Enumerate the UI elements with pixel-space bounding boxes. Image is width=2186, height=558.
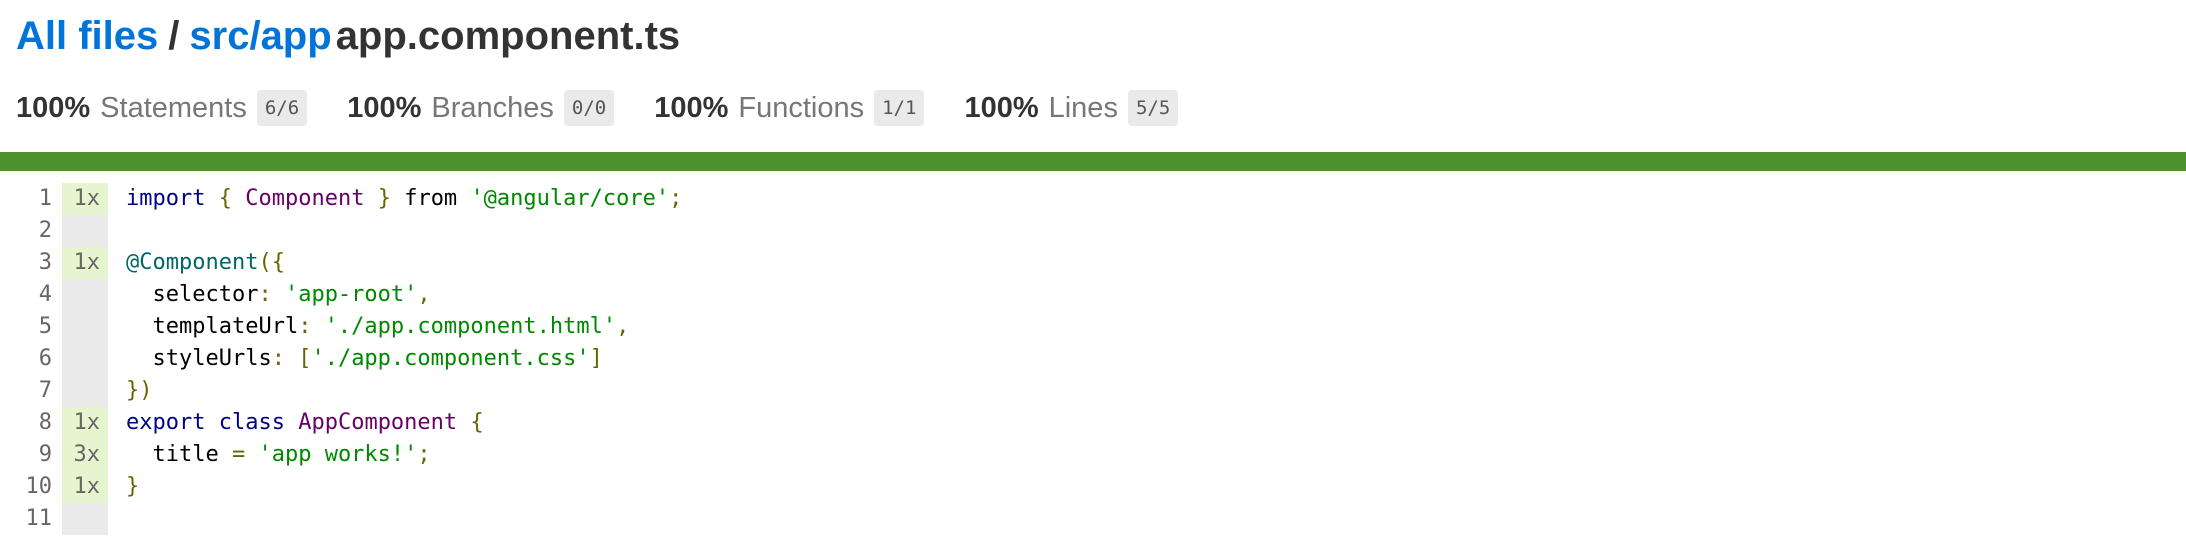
code-token: : bbox=[298, 314, 325, 339]
code-token: { bbox=[470, 410, 484, 435]
line-number: 11 bbox=[25, 506, 53, 531]
stat-percent: 100% bbox=[347, 91, 422, 124]
stat-functions: 100% Functions 1/1 bbox=[654, 90, 925, 126]
code-token: @Component bbox=[126, 250, 259, 275]
code-line: title = 'app works!'; bbox=[126, 439, 682, 471]
code-token: 'app works!' bbox=[258, 442, 418, 467]
stat-label: Statements bbox=[100, 91, 247, 124]
code-line: }) bbox=[126, 375, 682, 407]
code-token: title bbox=[126, 442, 232, 467]
code-line: export class AppComponent { bbox=[126, 407, 682, 439]
code-token: class bbox=[218, 410, 285, 435]
hit-count bbox=[62, 503, 108, 535]
line-number: 10 bbox=[25, 474, 53, 499]
breadcrumb-current-file: app.component.ts bbox=[335, 14, 681, 58]
stat-percent: 100% bbox=[654, 91, 729, 124]
code-token: ({ bbox=[258, 250, 285, 275]
hit-count bbox=[62, 215, 108, 247]
hit-count: 1x bbox=[62, 247, 108, 279]
code-token: : bbox=[258, 282, 285, 307]
code-token: } bbox=[126, 474, 140, 499]
code-token: from bbox=[390, 186, 471, 211]
breadcrumb: All files / src/app app.component.ts bbox=[16, 12, 2186, 60]
breadcrumb-separator: / bbox=[168, 14, 180, 58]
code-line: @Component({ bbox=[126, 247, 682, 279]
code-token: , bbox=[417, 282, 431, 307]
line-number: 2 bbox=[38, 218, 52, 243]
code-token: } bbox=[377, 186, 391, 211]
hit-count: 1x bbox=[62, 407, 108, 439]
line-number: 8 bbox=[38, 410, 52, 435]
source-code-view: 1 2 3 4 5 6 7 8 9 10 11 1x 1x 1x 3x 1x import { Compon… bbox=[0, 171, 2186, 535]
stat-label: Functions bbox=[738, 91, 865, 124]
code-listing: import { Component } from '@angular/core… bbox=[108, 183, 682, 535]
line-number: 3 bbox=[38, 250, 52, 275]
code-line: } bbox=[126, 471, 682, 503]
hit-count bbox=[62, 375, 108, 407]
hit-count: 3x bbox=[62, 439, 108, 471]
code-token: Component bbox=[245, 186, 365, 211]
line-number: 7 bbox=[38, 378, 52, 403]
hit-count bbox=[62, 279, 108, 311]
code-token: ] bbox=[589, 346, 603, 371]
line-number-gutter: 1 2 3 4 5 6 7 8 9 10 11 bbox=[0, 183, 62, 535]
stat-label: Branches bbox=[431, 91, 554, 124]
hit-count: 1x bbox=[62, 471, 108, 503]
stat-statements: 100% Statements 6/6 bbox=[16, 90, 308, 126]
code-token: ; bbox=[417, 442, 431, 467]
stat-branches: 100% Branches 0/0 bbox=[347, 90, 615, 126]
code-token: './app.component.css' bbox=[311, 346, 590, 371]
code-token: 'app-root' bbox=[284, 282, 418, 307]
code-token: AppComponent bbox=[298, 410, 458, 435]
code-line: styleUrls: ['./app.component.css'] bbox=[126, 343, 682, 375]
line-number: 4 bbox=[38, 282, 52, 307]
line-number: 9 bbox=[38, 442, 52, 467]
code-line: import { Component } from '@angular/core… bbox=[126, 183, 682, 215]
stat-fraction-badge: 0/0 bbox=[563, 90, 615, 126]
breadcrumb-link-src-app[interactable]: src/app bbox=[189, 14, 331, 58]
stat-fraction-badge: 6/6 bbox=[256, 90, 308, 126]
stat-fraction-badge: 1/1 bbox=[874, 90, 925, 126]
code-line: templateUrl: './app.component.html', bbox=[126, 311, 682, 343]
code-token: }) bbox=[126, 378, 153, 403]
code-token: : [ bbox=[271, 346, 312, 371]
stat-label: Lines bbox=[1048, 91, 1118, 124]
code-token: ; bbox=[669, 186, 683, 211]
line-number: 6 bbox=[38, 346, 52, 371]
stat-percent: 100% bbox=[16, 91, 91, 124]
coverage-summary: 100% Statements 6/6 100% Branches 0/0 10… bbox=[16, 88, 2186, 128]
hit-count bbox=[62, 311, 108, 343]
line-number: 5 bbox=[38, 314, 52, 339]
hit-count-gutter: 1x 1x 1x 3x 1x bbox=[62, 183, 108, 535]
code-token: export bbox=[126, 410, 206, 435]
hit-count: 1x bbox=[62, 183, 108, 215]
stat-percent: 100% bbox=[964, 91, 1039, 124]
hit-count bbox=[62, 343, 108, 375]
line-number: 1 bbox=[38, 186, 52, 211]
code-token: { bbox=[218, 186, 232, 211]
code-token: templateUrl bbox=[126, 314, 299, 339]
code-token: styleUrls bbox=[126, 346, 272, 371]
code-token: './app.component.html' bbox=[324, 314, 617, 339]
code-token: selector bbox=[126, 282, 259, 307]
code-token: = bbox=[231, 442, 246, 467]
report-header: All files / src/app app.component.ts 100% S… bbox=[0, 0, 2186, 152]
code-token: '@angular/core' bbox=[470, 186, 670, 211]
code-line: selector: 'app-root', bbox=[126, 279, 682, 311]
code-token: , bbox=[616, 314, 630, 339]
coverage-status-bar bbox=[0, 152, 2186, 171]
breadcrumb-link-all-files[interactable]: All files bbox=[16, 14, 158, 58]
stat-fraction-badge: 5/5 bbox=[1127, 90, 1179, 126]
code-token: import bbox=[126, 186, 206, 211]
stat-lines: 100% Lines 5/5 bbox=[964, 90, 1179, 126]
